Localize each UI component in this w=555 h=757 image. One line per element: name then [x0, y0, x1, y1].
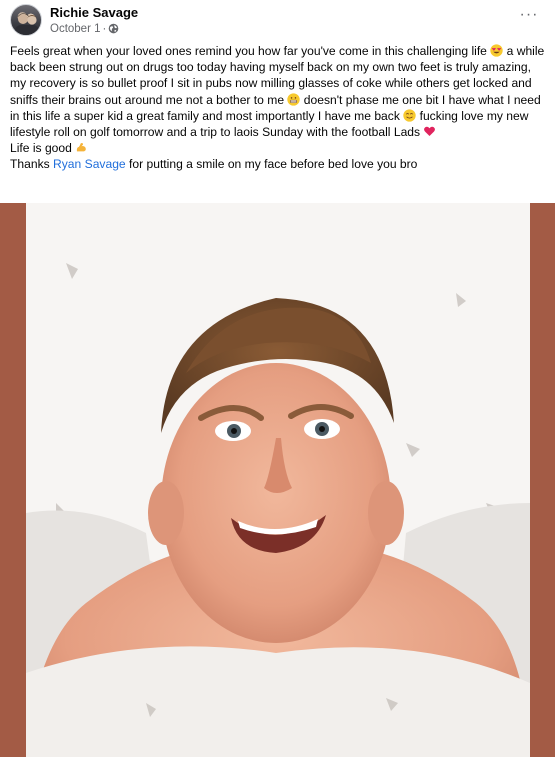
- post-photo[interactable]: [0, 203, 555, 757]
- post-paragraph-3: Thanks Ryan Savage for putting a smile o…: [10, 156, 546, 172]
- flexed-bicep-emoji: [77, 143, 87, 152]
- post-date[interactable]: October 1: [50, 23, 101, 35]
- facebook-post: Richie Savage October 1 · ··· Feels great…: [0, 0, 555, 757]
- text-segment: for putting a smile on my face before be…: [125, 157, 418, 172]
- text-segment: Feels great when your loved ones remind …: [10, 44, 491, 58]
- text-segment: Thanks: [10, 157, 54, 172]
- author-name[interactable]: Richie Savage: [50, 5, 138, 21]
- meta-separator: ·: [102, 23, 107, 35]
- selfie-photo: [26, 203, 530, 757]
- red-heart-emoji: [424, 126, 436, 137]
- post-meta: October 1 ·: [50, 22, 119, 36]
- post-paragraph-1: Feels great when your loved ones remind …: [10, 43, 546, 140]
- smile-emoji: [403, 109, 416, 122]
- text-segment: Life is good: [10, 141, 76, 156]
- avatar-image: [15, 13, 39, 35]
- mention-link[interactable]: Ryan Savage: [53, 157, 126, 171]
- globe-icon[interactable]: [108, 23, 119, 34]
- photo-illustration: [26, 203, 530, 757]
- heart-eyes-emoji: [490, 44, 503, 57]
- post-text: Feels great when your loved ones remind …: [10, 43, 546, 173]
- grimace-emoji: [287, 92, 301, 106]
- more-options-icon[interactable]: ···: [517, 7, 541, 28]
- post-paragraph-2: Life is good: [10, 140, 546, 156]
- post-header: Richie Savage October 1 · ···: [10, 4, 545, 38]
- author-avatar[interactable]: [10, 4, 42, 36]
